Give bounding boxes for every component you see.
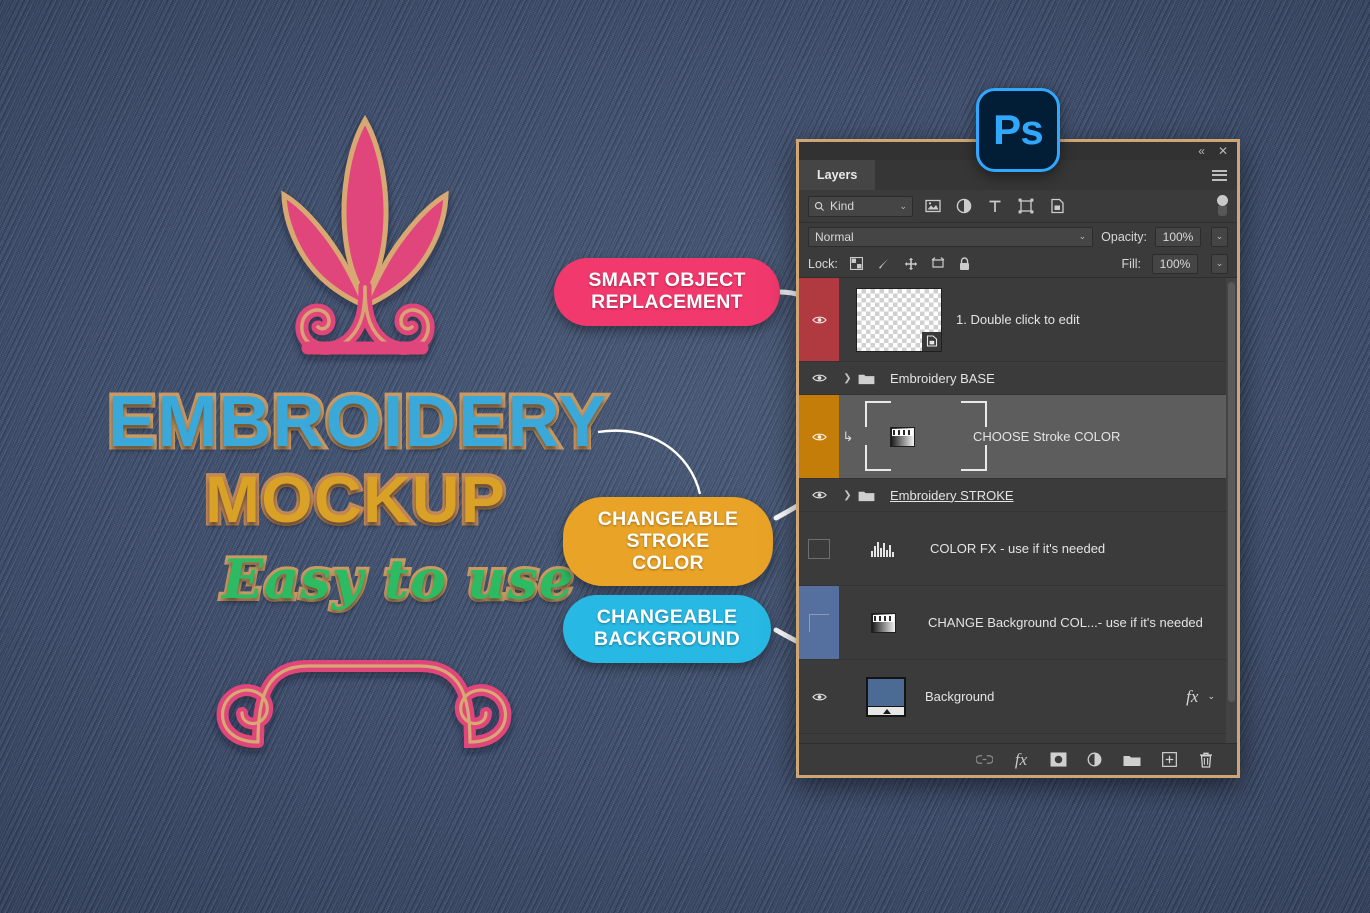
add-layer-mask-icon[interactable] <box>1049 751 1067 769</box>
adjustment-filter-icon[interactable] <box>953 195 975 217</box>
new-adjustment-layer-icon[interactable] <box>1086 751 1104 769</box>
filter-toggle-switch[interactable] <box>1216 195 1228 217</box>
layer-color-strip[interactable] <box>799 395 839 478</box>
lock-nesting-icon[interactable] <box>930 257 946 270</box>
opacity-chevron-icon[interactable]: ⌄ <box>1211 227 1228 247</box>
lock-position-icon[interactable] <box>903 257 919 271</box>
blend-mode-value: Normal <box>815 230 854 244</box>
lock-all-icon[interactable] <box>957 257 973 271</box>
panel-menu-icon[interactable] <box>1212 167 1227 183</box>
artwork-line-embroidery: EMBROIDERY <box>108 386 608 458</box>
tab-layers[interactable]: Layers <box>799 160 875 190</box>
filter-kind-select[interactable]: Kind ⌄ <box>808 196 913 217</box>
collapse-panel-icon[interactable]: « <box>1198 145 1205 157</box>
shape-filter-icon[interactable] <box>1015 195 1037 217</box>
photoshop-layers-panel: « ✕ Layers Kind ⌄ <box>796 139 1240 778</box>
layer-thumbnail[interactable] <box>856 288 942 352</box>
layer-row[interactable]: COLOR FX - use if it's needed <box>799 512 1237 586</box>
layer-thumbnail[interactable] <box>871 541 898 557</box>
scrollbar-thumb[interactable] <box>1228 282 1235 702</box>
visibility-empty-box[interactable] <box>809 614 829 632</box>
artwork-line-mockup: MOCKUP <box>205 466 506 532</box>
eye-icon[interactable] <box>812 691 827 702</box>
lock-image-icon[interactable] <box>876 257 892 271</box>
opacity-input[interactable]: 100% <box>1155 227 1201 247</box>
layer-name: 1. Double click to edit <box>956 312 1080 327</box>
layers-scrollbar[interactable] <box>1226 278 1237 743</box>
layer-name: CHOOSE Stroke COLOR <box>973 429 1120 444</box>
layer-effects-group[interactable]: fx ⌄ <box>1186 687 1215 707</box>
layer-thumbnail[interactable] <box>871 613 896 633</box>
chevron-down-icon[interactable]: ⌄ <box>1207 691 1215 702</box>
layer-thumbnail[interactable] <box>866 677 906 717</box>
eye-icon[interactable] <box>812 490 827 501</box>
new-group-icon[interactable] <box>1123 751 1141 769</box>
callout-changeable-background: CHANGEABLE BACKGROUND <box>563 595 771 663</box>
photoshop-logo-icon: Ps <box>976 88 1060 172</box>
layer-color-strip[interactable] <box>799 479 839 511</box>
lock-transparency-icon[interactable] <box>849 257 865 270</box>
chevron-down-icon: ⌄ <box>899 201 907 212</box>
layer-row[interactable]: 1. Double click to edit <box>799 278 1237 362</box>
layer-row[interactable]: CHANGE Background COL...- use if it's ne… <box>799 586 1237 660</box>
blend-mode-select[interactable]: Normal ⌄ <box>808 227 1093 247</box>
chevron-down-icon: ⌄ <box>1079 231 1087 242</box>
opacity-label: Opacity: <box>1101 230 1147 244</box>
layer-row[interactable]: Background fx ⌄ <box>799 660 1237 734</box>
layers-list[interactable]: 1. Double click to edit ❯ <box>799 278 1237 743</box>
layer-name: CHANGE Background COL...- use if it's ne… <box>928 615 1203 630</box>
fx-label: fx <box>1186 687 1198 707</box>
eye-icon[interactable] <box>812 373 827 384</box>
layer-name: Embroidery BASE <box>890 371 995 386</box>
blend-mode-row: Normal ⌄ Opacity: 100% ⌄ <box>799 223 1237 250</box>
layer-row[interactable]: ❯ Embroidery STROKE <box>799 479 1237 512</box>
layer-row[interactable]: ↳ CHOOSE Stroke COLOR <box>799 395 1237 479</box>
smart-object-badge-icon <box>922 332 941 351</box>
scroll-flourish-ornament <box>198 652 528 757</box>
screenshot-root: EMBROIDERY MOCKUP Easy to use SMART OBJE… <box>0 0 1370 913</box>
clipping-mask-arrow-icon: ↳ <box>839 429 857 445</box>
layer-name: Embroidery STROKE <box>890 488 1014 503</box>
layers-panel-footer: fx <box>799 743 1237 775</box>
add-layer-style-icon[interactable]: fx <box>1012 751 1030 769</box>
callout-smart-object-replacement: SMART OBJECT REPLACEMENT <box>554 258 780 326</box>
fleur-de-lis-ornament <box>258 112 473 367</box>
delete-layer-icon[interactable] <box>1197 751 1215 769</box>
smart-object-filter-icon[interactable] <box>1046 195 1068 217</box>
folder-icon <box>856 489 876 502</box>
filter-kind-label: Kind <box>830 199 854 213</box>
layer-thumbnail[interactable] <box>890 427 915 447</box>
image-filter-icon[interactable] <box>922 195 944 217</box>
type-filter-icon[interactable] <box>984 195 1006 217</box>
callout-changeable-stroke-color: CHANGEABLE STROKE COLOR <box>563 497 773 586</box>
layer-color-strip[interactable] <box>799 362 839 394</box>
expand-group-icon[interactable]: ❯ <box>839 490 856 501</box>
expand-group-icon[interactable]: ❯ <box>839 373 856 384</box>
eye-icon[interactable] <box>812 314 827 325</box>
layer-name: Background <box>925 689 994 704</box>
layer-filter-row: Kind ⌄ <box>799 190 1237 223</box>
folder-icon <box>856 372 876 385</box>
search-icon <box>814 201 825 212</box>
artwork-line-easy-to-use: Easy to use <box>222 552 574 606</box>
layer-color-strip[interactable] <box>799 660 839 733</box>
close-panel-icon[interactable]: ✕ <box>1218 145 1228 157</box>
visibility-empty-box[interactable] <box>808 539 830 559</box>
layer-color-strip[interactable] <box>799 278 839 361</box>
layer-color-strip[interactable] <box>799 586 839 659</box>
new-layer-icon[interactable] <box>1160 751 1178 769</box>
layer-color-strip[interactable] <box>799 512 839 585</box>
link-layers-icon[interactable] <box>975 751 993 769</box>
eye-icon[interactable] <box>812 431 827 442</box>
lock-row: Lock: <box>799 250 1237 278</box>
fill-input[interactable]: 100% <box>1152 254 1198 274</box>
lock-label: Lock: <box>808 257 838 271</box>
layer-row[interactable]: ❯ Embroidery BASE <box>799 362 1237 395</box>
layer-name: COLOR FX - use if it's needed <box>930 541 1105 556</box>
fill-chevron-icon[interactable]: ⌄ <box>1211 254 1228 274</box>
fill-label: Fill: <box>1122 257 1141 271</box>
selection-brackets <box>865 401 987 471</box>
